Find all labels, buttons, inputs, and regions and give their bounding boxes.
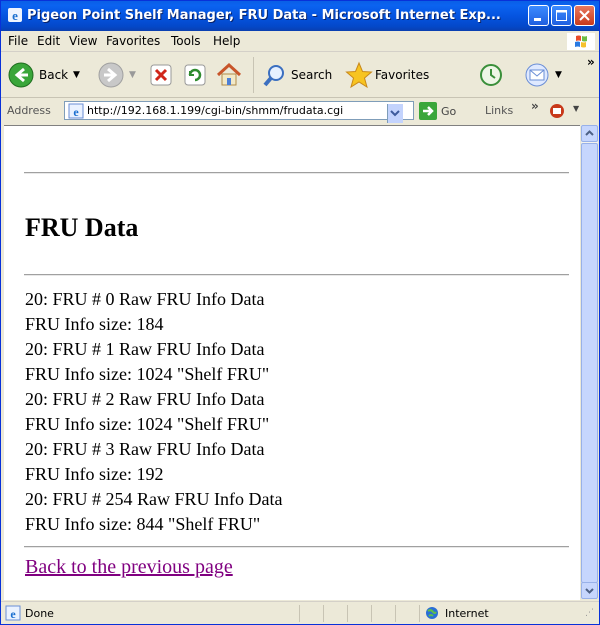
svg-text:e: e (10, 607, 16, 621)
favorites-label: Favorites (375, 68, 430, 82)
maximize-button[interactable] (551, 5, 572, 26)
internet-zone-icon (426, 607, 438, 619)
page-heading: FRU Data (25, 213, 139, 242)
search-label: Search (291, 68, 333, 82)
status-divider (299, 605, 300, 622)
status-divider (347, 605, 348, 622)
horizontal-rule (24, 546, 569, 548)
back-arrow-icon (8, 62, 34, 88)
toolbar: Back ▼ ▼ Search Favorites ▼ » (1, 53, 599, 98)
fru-line: FRU Info size: 184 (25, 314, 164, 334)
menu-view[interactable]: View (69, 34, 97, 48)
menu-bar: File Edit View Favorites Tools Help (1, 31, 599, 52)
close-button[interactable] (574, 5, 595, 26)
scroll-thumb[interactable] (581, 143, 598, 583)
refresh-icon (184, 64, 206, 86)
toolbar-extension-icon[interactable] (549, 102, 569, 120)
go-button[interactable]: Go (419, 102, 456, 123)
back-dropdown-icon[interactable]: ▼ (73, 70, 80, 80)
chevron-down-icon (390, 110, 400, 117)
fru-line: FRU Info size: 844 "Shelf FRU" (25, 514, 261, 534)
menu-tools[interactable]: Tools (171, 34, 201, 48)
back-button[interactable]: Back ▼ (7, 61, 87, 89)
mail-dropdown-icon[interactable]: ▼ (555, 70, 562, 80)
fru-line: FRU Info size: 1024 "Shelf FRU" (25, 364, 270, 384)
toolbar-overflow-icon[interactable]: » (587, 55, 595, 69)
address-input[interactable]: e http://192.168.1.199/cgi-bin/shmm/frud… (64, 101, 414, 123)
menu-edit[interactable]: Edit (37, 34, 60, 48)
chevron-up-icon (585, 130, 594, 136)
extension-dropdown-icon[interactable]: ▼ (573, 104, 579, 113)
window-title: Pigeon Point Shelf Manager, FRU Data - M… (27, 8, 501, 23)
zone-text: Internet (445, 607, 489, 620)
links-label[interactable]: Links (485, 104, 513, 117)
back-link[interactable]: Back to the previous page (25, 556, 233, 579)
go-label: Go (441, 105, 457, 118)
address-bar: Address e http://192.168.1.199/cgi-bin/s… (1, 99, 599, 123)
forward-dropdown-icon[interactable]: ▼ (129, 70, 136, 80)
forward-button[interactable]: ▼ (97, 61, 141, 89)
menu-file[interactable]: File (8, 34, 28, 48)
browser-window: e Pigeon Point Shelf Manager, FRU Data -… (0, 0, 600, 625)
back-label: Back (39, 68, 69, 82)
status-divider (395, 605, 396, 622)
search-icon (263, 65, 284, 87)
links-overflow-icon[interactable]: » (531, 99, 539, 113)
mail-button[interactable]: ▼ (523, 61, 569, 89)
internet-explorer-icon: e (8, 8, 22, 23)
scroll-down-button[interactable] (581, 582, 598, 599)
go-arrow-icon (419, 102, 437, 120)
resize-grip-icon[interactable]: ⋰ (585, 608, 594, 618)
address-label: Address (7, 104, 51, 117)
vertical-scrollbar[interactable] (581, 125, 598, 599)
star-icon (345, 61, 373, 89)
fru-line: 20: FRU # 2 Raw FRU Info Data (25, 389, 265, 409)
page-done-icon: e (5, 605, 21, 621)
fru-line: FRU Info size: 1024 "Shelf FRU" (25, 414, 270, 434)
favorites-button[interactable]: Favorites (345, 61, 437, 89)
fru-data-list: 20: FRU # 0 Raw FRU Info Data FRU Info s… (25, 287, 283, 537)
menu-help[interactable]: Help (213, 34, 240, 48)
page-icon: e (68, 103, 84, 119)
status-bar: e Done Internet ⋰ (1, 601, 599, 624)
fru-line: 20: FRU # 254 Raw FRU Info Data (25, 489, 283, 509)
menu-favorites[interactable]: Favorites (106, 34, 160, 48)
horizontal-rule (24, 172, 569, 174)
fru-line: 20: FRU # 3 Raw FRU Info Data (25, 439, 265, 459)
forward-arrow-icon (98, 62, 124, 88)
address-dropdown-button[interactable] (387, 104, 403, 123)
chevron-down-icon (585, 588, 594, 594)
fru-line: FRU Info size: 192 (25, 464, 164, 484)
fru-line: 20: FRU # 0 Raw FRU Info Data (25, 289, 265, 309)
history-icon (480, 64, 502, 86)
status-divider (371, 605, 372, 622)
horizontal-rule (24, 274, 569, 276)
home-button[interactable] (215, 61, 245, 89)
svg-text:e: e (12, 8, 18, 23)
status-text: Done (25, 607, 54, 620)
stop-button[interactable] (149, 61, 175, 89)
toolbar-separator (253, 57, 254, 93)
page-content: FRU Data 20: FRU # 0 Raw FRU Info Data F… (4, 125, 580, 600)
fru-line: 20: FRU # 1 Raw FRU Info Data (25, 339, 265, 359)
history-button[interactable] (477, 61, 505, 89)
windows-logo-icon (567, 33, 595, 50)
close-icon (579, 10, 590, 21)
scroll-up-button[interactable] (581, 125, 598, 142)
refresh-button[interactable] (183, 61, 209, 89)
svg-text:e: e (73, 105, 79, 119)
minimize-button[interactable] (528, 5, 549, 26)
mail-icon (525, 63, 549, 87)
address-url: http://192.168.1.199/cgi-bin/shmm/frudat… (87, 104, 344, 117)
stop-icon (150, 64, 172, 86)
minimize-icon (534, 18, 541, 21)
status-divider (323, 605, 324, 622)
search-button[interactable]: Search (261, 61, 341, 89)
title-bar: e Pigeon Point Shelf Manager, FRU Data -… (1, 1, 599, 31)
maximize-icon (556, 10, 567, 21)
home-icon (216, 62, 242, 86)
status-divider (419, 605, 420, 622)
